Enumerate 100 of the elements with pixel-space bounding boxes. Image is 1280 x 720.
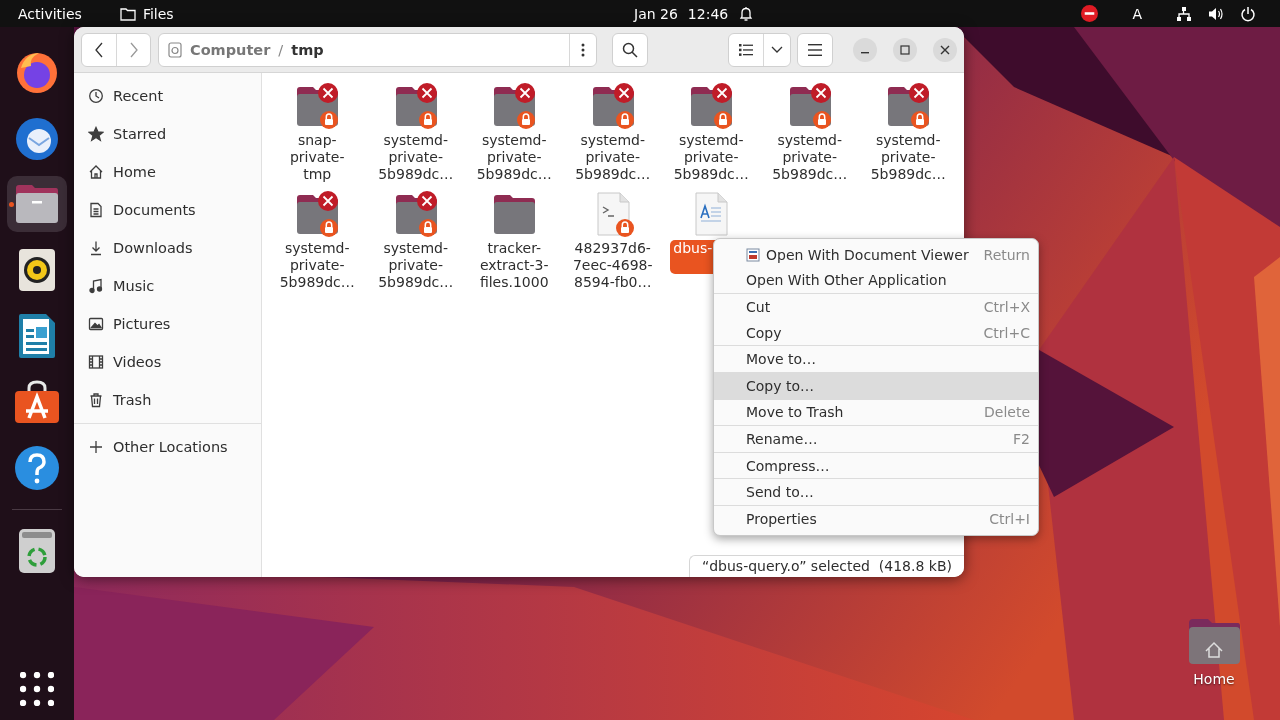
- chevron-left-icon: [94, 41, 104, 58]
- house-icon: [88, 164, 104, 180]
- app-grid-icon[interactable]: [20, 672, 54, 706]
- menu-item-label: Cut: [746, 299, 771, 315]
- menu-item[interactable]: Rename… F2: [714, 426, 1038, 452]
- sidebar-item[interactable]: Music: [74, 267, 261, 305]
- file-label[interactable]: systemd- private- 5b989dc…: [870, 132, 946, 183]
- menu-item[interactable]: Compress…: [714, 452, 1038, 479]
- folder-icon: [119, 6, 136, 21]
- file-label[interactable]: 482937d6- 7eec-4698- 8594-fb0…: [572, 240, 653, 291]
- star-icon: [88, 126, 104, 142]
- caret-icon: [771, 45, 783, 54]
- file-label[interactable]: systemd- private- 5b989dc…: [279, 240, 355, 291]
- document-icon: [88, 202, 104, 218]
- menu-item-label: Copy to…: [746, 377, 815, 394]
- help-icon[interactable]: [14, 445, 60, 491]
- menu-item-label: Open With Other Application: [746, 272, 947, 289]
- shortcut-label: Ctrl+X: [983, 299, 1030, 315]
- file-label[interactable]: systemd- private- 5b989dc…: [673, 132, 749, 183]
- time-label[interactable]: 12:46: [687, 5, 729, 22]
- shortcut-label: Ctrl+I: [989, 510, 1030, 527]
- download-icon: [88, 240, 104, 256]
- sidebar-item[interactable]: Documents: [74, 191, 261, 229]
- sidebar-item[interactable]: Trash: [74, 381, 261, 419]
- menu-item-label: Rename…: [746, 430, 818, 447]
- do-not-disturb-icon[interactable]: [1081, 5, 1099, 22]
- menu-item-label: Copy: [746, 324, 782, 341]
- menu-item[interactable]: Send to…: [714, 479, 1038, 505]
- menu-item[interactable]: Copy to…: [714, 372, 1038, 399]
- file-label[interactable]: systemd- private- 5b989dc…: [772, 132, 848, 183]
- plus-icon: [88, 439, 104, 455]
- sidebar-label: Music: [113, 278, 155, 294]
- file-label[interactable]: systemd- private- 5b989dc…: [378, 132, 454, 183]
- menu-item-label: Move to…: [746, 351, 817, 368]
- menu-icon: [808, 43, 822, 56]
- sidebar-label: Trash: [113, 392, 152, 408]
- close-button[interactable]: [933, 37, 957, 62]
- music-note-icon: [88, 278, 104, 294]
- power-icon[interactable]: [1240, 5, 1256, 22]
- keyboard-layout-indicator[interactable]: A: [1132, 5, 1142, 22]
- search-icon: [622, 41, 638, 58]
- menu-item-label: Compress…: [746, 457, 830, 474]
- sidebar-item[interactable]: Pictures: [74, 305, 261, 343]
- path-crumb[interactable]: tmp: [291, 41, 324, 58]
- drive-icon: [168, 41, 182, 58]
- close-icon: [940, 44, 950, 55]
- file-label[interactable]: tracker- extract-3- files.1000: [479, 240, 549, 291]
- clock-icon: [88, 88, 104, 104]
- app-menu[interactable]: Files: [142, 5, 174, 22]
- menu-item[interactable]: Cut Ctrl+X: [714, 294, 1038, 320]
- shopping-bag-icon[interactable]: [14, 380, 60, 424]
- sidebar-item[interactable]: Videos: [74, 343, 261, 381]
- path-crumb[interactable]: Computer: [190, 41, 271, 58]
- volume-icon[interactable]: [1208, 5, 1224, 22]
- sidebar-label: Home: [113, 164, 156, 180]
- document-icon[interactable]: [18, 313, 56, 359]
- speaker-icon[interactable]: [18, 248, 56, 292]
- sidebar-label: Videos: [113, 354, 162, 370]
- menu-item[interactable]: Move to…: [714, 346, 1038, 372]
- sidebar-label: Recent: [113, 88, 164, 104]
- sidebar-item[interactable]: Downloads: [74, 229, 261, 267]
- chevron-right-icon: [128, 41, 139, 58]
- sidebar-label: Documents: [113, 202, 196, 218]
- folder-icon[interactable]: [14, 184, 60, 224]
- status-overlay: “dbus-query.o” selected (418.8 kB): [688, 555, 964, 577]
- minimize-icon: [861, 52, 869, 54]
- dock-item[interactable]: [7, 176, 67, 232]
- desktop-icon-label[interactable]: Home: [1193, 671, 1235, 687]
- file-label[interactable]: systemd- private- 5b989dc…: [575, 132, 651, 183]
- date-label[interactable]: Jan 26: [634, 5, 678, 22]
- trash-icon: [88, 392, 104, 408]
- more-icon: [581, 42, 585, 57]
- menu-item-label: Send to…: [746, 484, 814, 501]
- folder-icon[interactable]: [1186, 617, 1242, 665]
- activities-button[interactable]: Activities: [18, 5, 82, 22]
- sidebar-label: Pictures: [113, 316, 171, 332]
- menu-item-label: Open With Document Viewer: [766, 246, 969, 263]
- menu-item[interactable]: Properties Ctrl+I: [714, 505, 1038, 532]
- file-label[interactable]: systemd- private- 5b989dc…: [476, 132, 552, 183]
- menu-item-label: Properties: [746, 510, 817, 527]
- sidebar-label: Downloads: [113, 240, 193, 256]
- list-icon: [739, 43, 753, 56]
- shortcut-label: Delete: [984, 404, 1030, 421]
- sidebar-item[interactable]: Other Locations: [74, 428, 261, 466]
- shortcut-label: Return: [983, 246, 1030, 263]
- recycle-bin-icon[interactable]: [18, 528, 56, 574]
- menu-item[interactable]: Copy Ctrl+C: [714, 319, 1038, 346]
- shortcut-label: F2: [1013, 430, 1030, 447]
- menu-item-label: Move to Trash: [746, 404, 844, 421]
- network-icon[interactable]: [1176, 5, 1192, 22]
- sidebar-item[interactable]: Home: [74, 153, 261, 191]
- sidebar-label: Other Locations: [113, 439, 228, 455]
- bell-icon[interactable]: [738, 5, 755, 22]
- sidebar-item[interactable]: Recent: [74, 77, 261, 115]
- running-indicator: [9, 202, 14, 207]
- file-label[interactable]: snap- private- tmp: [289, 132, 345, 183]
- sidebar-item[interactable]: Starred: [74, 115, 261, 153]
- file-label[interactable]: systemd- private- 5b989dc…: [378, 240, 454, 291]
- maximize-button[interactable]: [893, 37, 917, 62]
- menu-item[interactable]: Move to Trash Delete: [714, 399, 1038, 426]
